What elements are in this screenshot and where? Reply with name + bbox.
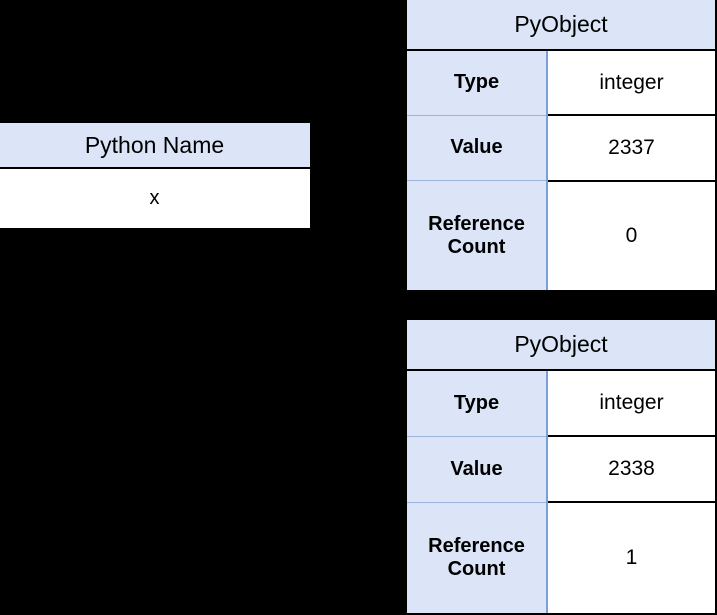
table-row: Type integer (407, 370, 715, 438)
pyobject-2-refcount-value: 1 (547, 502, 715, 613)
pyobject-1-refcount-label: Reference Count (407, 180, 548, 290)
pyobject-1-value-label: Value (407, 115, 548, 182)
table-row: Reference Count 1 (407, 502, 715, 613)
pyobject-2-type-label: Type (407, 370, 548, 437)
python-name-value: x (0, 168, 310, 228)
table-row: Reference Count 0 (407, 180, 715, 290)
pyobject-1-refcount-value: 0 (547, 180, 715, 290)
pyobject-1-value-value: 2337 (547, 115, 715, 182)
pyobject-2-value-label: Value (407, 436, 548, 503)
pyobject-2-type-value: integer (547, 370, 715, 438)
pyobject-2-refcount-label: Reference Count (407, 502, 548, 613)
diagram-canvas: Python Name x PyObject Type integer Valu… (0, 0, 717, 615)
pyobject-1-header: PyObject (407, 0, 715, 51)
pyobject-2-value-value: 2338 (547, 436, 715, 504)
pyobject-1-type-value: integer (547, 50, 715, 117)
pyobject-table-2: PyObject Type integer Value 2338 Referen… (405, 318, 717, 615)
python-name-table: Python Name x (0, 122, 311, 229)
pyobject-2-header: PyObject (407, 320, 715, 371)
table-row: Value 2337 (407, 115, 715, 182)
pyobject-1-type-label: Type (407, 50, 548, 116)
table-row: Value 2338 (407, 436, 715, 504)
pyobject-table-1: PyObject Type integer Value 2337 Referen… (405, 0, 717, 292)
table-row: Type integer (407, 50, 715, 117)
python-name-header: Python Name (0, 123, 310, 169)
